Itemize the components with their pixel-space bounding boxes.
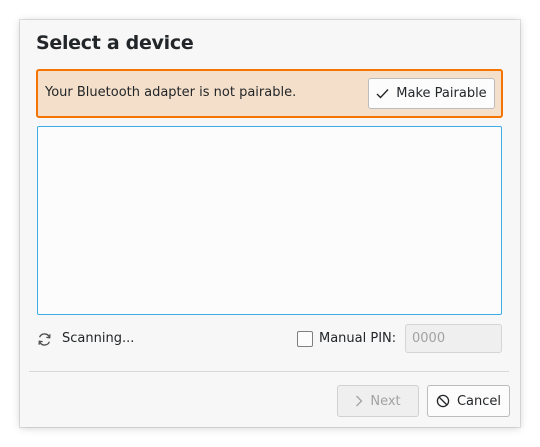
next-button[interactable]: Next bbox=[337, 385, 419, 417]
cancel-icon bbox=[436, 394, 450, 408]
cancel-label: Cancel bbox=[456, 393, 502, 409]
next-label: Next bbox=[370, 393, 401, 409]
chevron-right-icon bbox=[355, 395, 363, 407]
footer-separator bbox=[29, 371, 509, 372]
manual-pin-checkbox[interactable] bbox=[297, 331, 313, 347]
dialog-title: Select a device bbox=[36, 32, 194, 54]
banner-message: Your Bluetooth adapter is not pairable. bbox=[45, 85, 297, 100]
make-pairable-label: Make Pairable bbox=[396, 86, 487, 101]
checkmark-icon bbox=[376, 88, 389, 99]
add-device-dialog: Select a device Your Bluetooth adapter i… bbox=[20, 20, 520, 427]
make-pairable-button[interactable]: Make Pairable bbox=[368, 78, 495, 109]
scanning-status: Scanning... bbox=[62, 331, 135, 346]
refresh-icon bbox=[37, 332, 52, 347]
pin-input[interactable] bbox=[405, 324, 502, 353]
pairable-warning-banner: Your Bluetooth adapter is not pairable. … bbox=[36, 69, 503, 118]
device-list[interactable] bbox=[37, 126, 502, 315]
manual-pin-label: Manual PIN: bbox=[319, 331, 397, 346]
cancel-button[interactable]: Cancel bbox=[427, 385, 510, 417]
